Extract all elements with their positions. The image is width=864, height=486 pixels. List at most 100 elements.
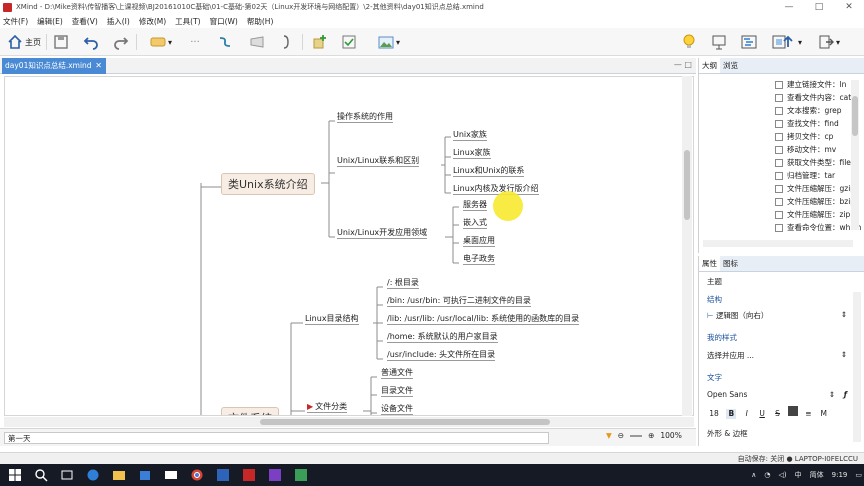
sheet-tab[interactable]: 第一天 <box>4 432 549 444</box>
outline-item[interactable]: 查看命令位置：which <box>775 221 861 234</box>
presentation-button[interactable] <box>710 33 728 51</box>
node-egov[interactable]: 电子政务 <box>463 253 495 265</box>
canvas-vertical-thumb[interactable] <box>684 150 690 220</box>
node-unix-linux-domain[interactable]: Unix/Linux开发应用领域 <box>337 227 428 239</box>
minimize-button[interactable]: — <box>774 0 804 14</box>
language-indicator[interactable]: 简体 <box>810 470 824 480</box>
summary-button[interactable] <box>278 33 296 51</box>
node-linux-family[interactable]: Linux家族 <box>453 147 491 159</box>
canvas-horizontal-thumb[interactable] <box>260 419 550 425</box>
node-device-file[interactable]: 设备文件 <box>381 403 413 415</box>
node-regular-file[interactable]: 普通文件 <box>381 367 413 379</box>
windows-start-icon[interactable] <box>8 468 22 482</box>
font-picker-icon[interactable]: ƒ <box>844 390 847 399</box>
align-icon[interactable]: ≡ <box>803 409 813 419</box>
relationship-button[interactable] <box>216 33 234 51</box>
node-file-types[interactable]: ▶ 文件分类 <box>307 401 348 413</box>
underline-button[interactable]: U <box>757 409 767 419</box>
app-icon[interactable] <box>294 468 308 482</box>
editor-tab[interactable]: day01知识点总结.xmind ✕ <box>2 58 106 74</box>
bold-button[interactable]: B <box>726 409 737 419</box>
tray-up-icon[interactable]: ∧ <box>751 471 756 479</box>
undo-button[interactable] <box>82 33 100 51</box>
node-dir-bin[interactable]: /bin: /usr/bin: 可执行二进制文件的目录 <box>387 295 531 307</box>
redo-button[interactable] <box>112 33 130 51</box>
search-icon[interactable] <box>34 468 48 482</box>
node-embedded[interactable]: 嵌入式 <box>463 217 487 229</box>
font-select[interactable]: Open Sans ⇕ ƒ <box>707 390 847 399</box>
node-desktop[interactable]: 桌面应用 <box>463 235 495 247</box>
node-linux-unix-relation[interactable]: Linux和Unix的联系 <box>453 165 525 177</box>
outline-item[interactable]: 文件压缩解压：gzip <box>775 182 855 195</box>
outline-item[interactable]: 拷贝文件：cp <box>775 130 833 143</box>
tab-outline[interactable]: 大纲 <box>699 58 720 73</box>
node-dir-root[interactable]: /: 根目录 <box>387 277 419 289</box>
structure-select[interactable]: ⊢ 逻辑图（向右） ⇕ <box>707 310 847 321</box>
app-icon[interactable] <box>268 468 282 482</box>
outline-item[interactable]: 查找文件：find <box>775 117 839 130</box>
gantt-button[interactable] <box>740 33 758 51</box>
export-button[interactable]: ▾ <box>814 33 844 51</box>
node-unix-family[interactable]: Unix家族 <box>453 129 487 141</box>
outline-item[interactable]: 归档管理：tar <box>775 169 835 182</box>
zoom-level[interactable]: 100% <box>660 431 681 440</box>
node-unix-linux-diff[interactable]: Unix/Linux联系和区别 <box>337 155 420 167</box>
maximize-button[interactable]: □ <box>804 0 834 14</box>
mail-icon[interactable] <box>164 468 178 482</box>
menu-insert[interactable]: 插入(I) <box>107 16 130 27</box>
node-os-role[interactable]: 操作系统的作用 <box>337 111 393 123</box>
store-icon[interactable] <box>138 468 152 482</box>
my-style-select[interactable]: 选择并应用 ... ⇕ <box>707 350 847 361</box>
outline-item[interactable]: 获取文件类型：file <box>775 156 851 169</box>
props-scrollbar[interactable] <box>853 292 861 442</box>
strikethrough-button[interactable]: S <box>773 409 783 419</box>
task-button[interactable] <box>340 33 358 51</box>
menu-tools[interactable]: 工具(T) <box>175 16 200 27</box>
outline-item[interactable]: 文本搜索：grep <box>775 104 842 117</box>
node-kernel-distros[interactable]: Linux内核及发行版介绍 <box>453 183 539 195</box>
tab-overview[interactable]: 浏览 <box>720 58 741 73</box>
zoom-out-icon[interactable]: ⊖ <box>618 431 624 440</box>
font-size-select[interactable]: 18 <box>707 409 721 419</box>
volume-icon[interactable]: ◁) <box>779 471 787 479</box>
outline-item[interactable]: 查看文件内容：cat <box>775 91 851 104</box>
clock[interactable]: 9:19 <box>832 471 848 479</box>
filter-icon[interactable]: ▼ <box>606 431 612 440</box>
zoom-in-icon[interactable]: ⊕ <box>648 431 654 440</box>
menu-file[interactable]: 文件(F) <box>3 16 28 27</box>
marker-button[interactable] <box>310 33 328 51</box>
image-button[interactable]: ▾ <box>372 33 406 51</box>
home-button[interactable]: 主页 <box>4 33 44 51</box>
case-button[interactable]: M <box>819 409 829 419</box>
menu-help[interactable]: 帮助(H) <box>247 16 274 27</box>
topic-button[interactable]: ▾ <box>144 33 178 51</box>
text-color-button[interactable] <box>787 406 798 416</box>
node-dir-lib[interactable]: /lib: /usr/lib: /usr/local/lib: 系统使用的函数库… <box>387 313 580 325</box>
topic-unix-intro[interactable]: 类Unix系统介绍 <box>221 173 315 195</box>
outline-item[interactable]: 文件压缩解压：bzip2 <box>775 195 860 208</box>
close-button[interactable]: ✕ <box>834 0 864 14</box>
task-view-icon[interactable] <box>60 468 74 482</box>
boundary-button[interactable] <box>248 33 266 51</box>
node-linux-dir-structure[interactable]: Linux目录结构 <box>305 313 359 325</box>
editor-minmax-icon[interactable]: — □ <box>674 60 692 69</box>
ime-indicator[interactable]: 中 <box>795 470 802 480</box>
canvas-vertical-scrollbar[interactable] <box>682 76 692 416</box>
italic-button[interactable]: I <box>742 409 752 419</box>
save-button[interactable] <box>52 33 70 51</box>
node-dir-file[interactable]: 目录文件 <box>381 385 413 397</box>
outline-item[interactable]: 文件压缩解压：zip <box>775 208 850 221</box>
notification-icon[interactable]: ▭ <box>855 471 862 479</box>
menu-modify[interactable]: 修改(M) <box>139 16 166 27</box>
network-icon[interactable]: ◔ <box>764 471 770 479</box>
brainstorm-button[interactable] <box>680 33 698 51</box>
share-button[interactable]: ▾ <box>776 33 806 51</box>
outline-vertical-thumb[interactable] <box>852 96 858 136</box>
more-button[interactable]: ··· <box>186 33 204 51</box>
node-dir-home[interactable]: /home: 系统默认的用户家目录 <box>387 331 498 343</box>
mindmap-canvas[interactable]: 类Unix系统介绍 文件系统 操作系统的作用 Unix/Linux联系和区别 U… <box>4 76 694 416</box>
tab-icons[interactable]: 图标 <box>720 256 741 271</box>
tab-properties[interactable]: 属性 <box>699 256 720 271</box>
xmind-taskbar-icon[interactable] <box>242 468 256 482</box>
node-server[interactable]: 服务器 <box>463 199 487 211</box>
